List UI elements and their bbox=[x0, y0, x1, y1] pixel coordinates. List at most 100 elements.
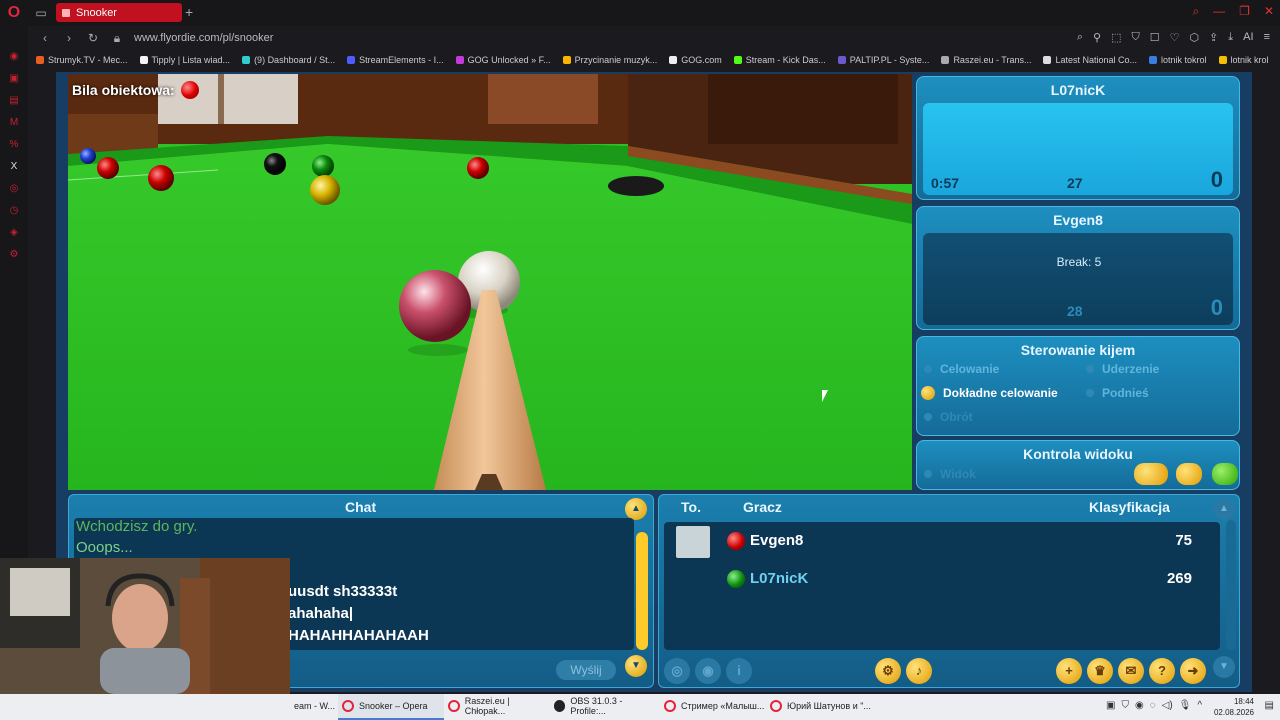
download-icon[interactable]: ⤓ bbox=[1228, 31, 1233, 44]
chat-bubble-icon[interactable]: ✉ bbox=[1118, 658, 1144, 684]
workspaces-icon[interactable]: ▭ bbox=[28, 6, 54, 20]
players-scroll-down-icon[interactable]: ▼ bbox=[1213, 656, 1235, 678]
send-button[interactable]: Wyślij bbox=[556, 660, 616, 680]
spin-option[interactable]: Obrót bbox=[924, 410, 973, 424]
messenger-icon[interactable]: ◉ bbox=[0, 46, 28, 68]
settings-icon[interactable]: ⚙ bbox=[0, 244, 28, 266]
view-rotate-button[interactable] bbox=[1176, 463, 1202, 485]
tab-snooker[interactable]: Snooker bbox=[56, 3, 182, 22]
taskbar-item[interactable]: Raszei.eu | Chłopak... bbox=[444, 694, 550, 720]
bookmark-item[interactable]: lotnik krol bbox=[1218, 55, 1269, 65]
tray-mic-icon[interactable]: 🎙︎ bbox=[1179, 700, 1192, 711]
taskbar-clock[interactable]: 18:44 02.08.2026 bbox=[1214, 696, 1254, 718]
bookmark-item[interactable]: StreamElements - I... bbox=[347, 55, 444, 65]
ai-button[interactable]: AI bbox=[1243, 31, 1253, 44]
view-option[interactable]: Widok bbox=[924, 467, 976, 481]
info-icon[interactable]: i bbox=[726, 658, 752, 684]
opera-logo-icon[interactable]: O bbox=[0, 0, 28, 26]
bookmark-item[interactable]: Przycinanie muzyk... bbox=[562, 55, 657, 65]
player1-points-left: 27 bbox=[1067, 175, 1083, 191]
player1-timer: 0:57 bbox=[931, 175, 960, 191]
x-icon[interactable]: X bbox=[0, 156, 28, 178]
tray-app-icon[interactable]: ◌ bbox=[1150, 700, 1156, 711]
snooker-table-view[interactable] bbox=[68, 74, 912, 490]
close-icon[interactable]: ✕ bbox=[1264, 4, 1274, 19]
table-row[interactable]: L07nicK 269 bbox=[664, 562, 1220, 596]
player-name: Evgen8 bbox=[750, 532, 804, 549]
chat-scroll-down-icon[interactable]: ▼ bbox=[625, 655, 647, 677]
bookmark-item[interactable]: GOG.com bbox=[669, 55, 722, 65]
bookmark-item[interactable]: Strumyk.TV - Mec... bbox=[36, 55, 128, 65]
search-tabs-icon[interactable]: ⌕ bbox=[1192, 4, 1199, 19]
notifications-icon[interactable]: ▤ bbox=[1265, 700, 1274, 711]
add-icon[interactable]: + bbox=[1056, 658, 1082, 684]
table-row[interactable]: Evgen8 75 bbox=[664, 524, 1220, 558]
raise-led-icon bbox=[1086, 389, 1094, 397]
webcam-scene bbox=[0, 558, 290, 694]
share-icon[interactable]: ⇪ bbox=[1209, 31, 1218, 44]
settings-gear-icon[interactable]: ⚙ bbox=[875, 658, 901, 684]
new-tab-button[interactable]: + bbox=[185, 4, 193, 20]
bookmark-item[interactable]: Latest National Co... bbox=[1043, 55, 1137, 65]
menu-icon[interactable]: ≡ bbox=[1264, 31, 1270, 44]
tool-1-icon[interactable]: ◎ bbox=[664, 658, 690, 684]
tool-2-icon[interactable]: ◉ bbox=[695, 658, 721, 684]
bookmark-item[interactable]: Tipply | Lista wiad... bbox=[139, 55, 230, 65]
exit-icon[interactable]: ➜ bbox=[1180, 658, 1206, 684]
maximize-icon[interactable]: ❐ bbox=[1239, 4, 1250, 19]
extensions-icon[interactable]: ⬡ bbox=[1189, 31, 1199, 44]
fine-aim-option[interactable]: Dokładne celowanie bbox=[921, 386, 1058, 400]
bookmark-item[interactable]: Raszei.eu - Trans... bbox=[941, 55, 1031, 65]
zoom-icon[interactable]: ⌕ bbox=[1077, 31, 1083, 44]
players-scroll-up-icon[interactable]: ▲ bbox=[1213, 498, 1235, 520]
forward-icon[interactable]: › bbox=[62, 31, 76, 45]
heart-icon[interactable]: ♡ bbox=[1170, 31, 1180, 44]
bookmark-item[interactable]: lotnik tokrol bbox=[1149, 55, 1207, 65]
view-control-title: Kontrola widoku bbox=[1023, 446, 1133, 462]
tray-chevron-icon[interactable]: ^ bbox=[1197, 700, 1202, 711]
url-field[interactable]: www.flyordie.com/pl/snooker bbox=[134, 32, 273, 44]
tab-favicon-icon bbox=[62, 8, 70, 17]
tray-shield-icon[interactable]: ⛉ bbox=[1121, 700, 1129, 711]
raise-option[interactable]: Podnieś bbox=[1086, 386, 1149, 400]
shield-icon[interactable]: ⛉ bbox=[1131, 31, 1139, 44]
history-icon[interactable]: ◷ bbox=[0, 200, 28, 222]
player-icon[interactable]: ◎ bbox=[0, 178, 28, 200]
taskbar-item[interactable]: Стример «Малыш... bbox=[660, 694, 766, 720]
view-led-icon bbox=[924, 470, 932, 478]
reload-icon[interactable]: ↻ bbox=[86, 31, 100, 45]
taskbar-item-opera[interactable]: Snooker – Opera bbox=[338, 694, 444, 720]
aim-option[interactable]: Celowanie bbox=[924, 362, 999, 376]
pin-icon[interactable]: ⚲ bbox=[1093, 31, 1101, 44]
minimize-icon[interactable]: — bbox=[1213, 4, 1225, 19]
sound-icon[interactable]: ♪ bbox=[906, 658, 932, 684]
tray-volume-icon[interactable]: ◁) bbox=[1162, 700, 1173, 711]
bookmark-item[interactable]: GOG Unlocked » F... bbox=[455, 55, 551, 65]
bookmark-item[interactable]: PALTIP.PL - Syste... bbox=[837, 55, 929, 65]
players-scrollbar[interactable] bbox=[1226, 520, 1236, 650]
bookmark-item[interactable]: Stream - Kick Das... bbox=[733, 55, 826, 65]
tray-app-icon[interactable]: ▣ bbox=[1106, 700, 1115, 711]
chat-icon[interactable]: ▤ bbox=[0, 90, 28, 112]
player2-score: 0 bbox=[1210, 295, 1223, 320]
tray-app-icon[interactable]: ◉ bbox=[1135, 700, 1144, 711]
percent-icon[interactable]: % bbox=[0, 134, 28, 156]
bookmark-item[interactable]: (9) Dashboard / St... bbox=[242, 55, 335, 65]
taskbar-item[interactable]: Юрий Шатунов и "... bbox=[766, 694, 872, 720]
back-icon[interactable]: ‹ bbox=[38, 31, 52, 45]
snapshot-icon[interactable]: ⬚ bbox=[1111, 31, 1121, 44]
view-top-button[interactable] bbox=[1212, 463, 1238, 485]
bag-icon[interactable]: ▣ bbox=[0, 68, 28, 90]
extensions-sidebar-icon[interactable]: ◈ bbox=[0, 222, 28, 244]
strike-option[interactable]: Uderzenie bbox=[1086, 362, 1159, 376]
view-zoom-button[interactable] bbox=[1134, 463, 1168, 485]
chat-scrollbar[interactable] bbox=[636, 532, 648, 650]
col-rank-header: Klasyfikacja bbox=[1089, 499, 1170, 515]
taskbar-item-obs[interactable]: OBS 31.0.3 - Profile:... bbox=[550, 694, 656, 720]
chat-scroll-up-icon[interactable]: ▲ bbox=[625, 498, 647, 520]
trophy-icon[interactable]: ♛ bbox=[1087, 658, 1113, 684]
help-icon[interactable]: ? bbox=[1149, 658, 1175, 684]
mail-icon[interactable]: M bbox=[0, 112, 28, 134]
bookmark-icon[interactable]: ☐ bbox=[1150, 31, 1160, 44]
taskbar-item[interactable]: eam - W... bbox=[290, 694, 338, 720]
